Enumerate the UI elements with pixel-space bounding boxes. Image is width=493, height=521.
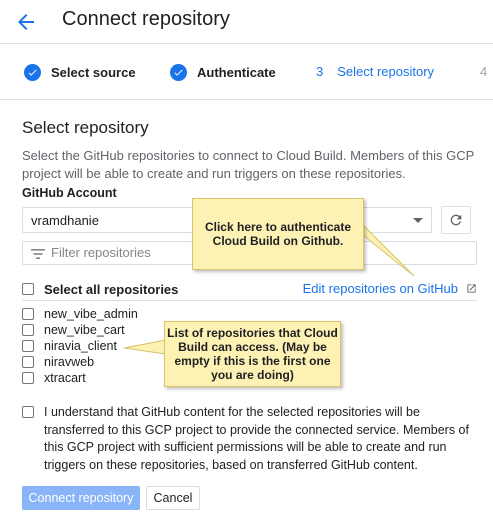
step-number: 3: [316, 64, 324, 79]
agreement-text: I understand that GitHub content for the…: [44, 405, 469, 472]
repo-checkbox[interactable]: [22, 372, 34, 384]
connect-repository-button[interactable]: Connect repository: [22, 486, 140, 510]
list-item[interactable]: new_vibe_admin: [22, 306, 138, 322]
agreement-row: I understand that GitHub content for the…: [22, 404, 482, 474]
repo-checkbox[interactable]: [22, 340, 34, 352]
github-account-label: GitHub Account: [22, 186, 117, 200]
page-title: Connect repository: [62, 8, 230, 30]
description: Select the GitHub repositories to connec…: [22, 148, 475, 181]
account-value: vramdhanie: [31, 213, 99, 228]
list-item[interactable]: xtracart: [22, 370, 138, 386]
step-4[interactable]: 4: [480, 64, 487, 79]
callout-authenticate: Click here to authenticate Cloud Build o…: [192, 198, 364, 270]
repo-checkbox[interactable]: [22, 356, 34, 368]
list-item[interactable]: niravweb: [22, 354, 138, 370]
agreement-checkbox[interactable]: [22, 406, 34, 418]
step-label: Authenticate: [197, 65, 276, 80]
section-title: Select repository: [22, 118, 149, 137]
cancel-button[interactable]: Cancel: [146, 486, 200, 510]
stepper: Select source Authenticate 3 Select repo…: [0, 44, 493, 100]
step-select-source[interactable]: Select source: [24, 64, 136, 81]
check-circle-icon: [170, 64, 187, 81]
app-header: Connect repository: [0, 0, 493, 44]
repo-label: new_vibe_admin: [44, 307, 138, 321]
select-all-checkbox[interactable]: [22, 283, 34, 295]
repo-label: xtracart: [44, 371, 86, 385]
select-all-label: Select all repositories: [44, 281, 179, 297]
step-select-repository[interactable]: 3 Select repository: [316, 64, 434, 79]
repo-label: niravia_client: [44, 339, 117, 353]
step-label: Select repository: [337, 64, 435, 79]
divider: [22, 300, 477, 301]
repo-checkbox[interactable]: [22, 324, 34, 336]
repo-label: niravweb: [44, 355, 95, 369]
select-all-row: Select all repositories Edit repositorie…: [22, 280, 477, 298]
check-circle-icon: [24, 64, 41, 81]
edit-link-label: Edit repositories on GitHub: [302, 281, 458, 296]
repo-checkbox[interactable]: [22, 308, 34, 320]
repo-label: new_vibe_cart: [44, 323, 125, 337]
repository-list: new_vibe_admin new_vibe_cart niravia_cli…: [22, 306, 138, 386]
back-arrow-icon[interactable]: [14, 10, 38, 34]
edit-repositories-link[interactable]: Edit repositories on GitHub: [303, 281, 477, 296]
list-item[interactable]: new_vibe_cart: [22, 322, 138, 338]
dropdown-arrow-icon: [413, 218, 423, 223]
refresh-button[interactable]: [441, 206, 471, 234]
filter-icon: [31, 249, 45, 259]
step-label: Select source: [51, 65, 136, 80]
step-number: 4: [480, 64, 488, 79]
refresh-icon: [450, 214, 462, 226]
step-authenticate[interactable]: Authenticate: [170, 64, 276, 81]
callout-repo-list: List of repositories that Cloud Build ca…: [164, 321, 341, 387]
list-item[interactable]: niravia_client: [22, 338, 138, 354]
external-link-icon: [467, 284, 476, 293]
